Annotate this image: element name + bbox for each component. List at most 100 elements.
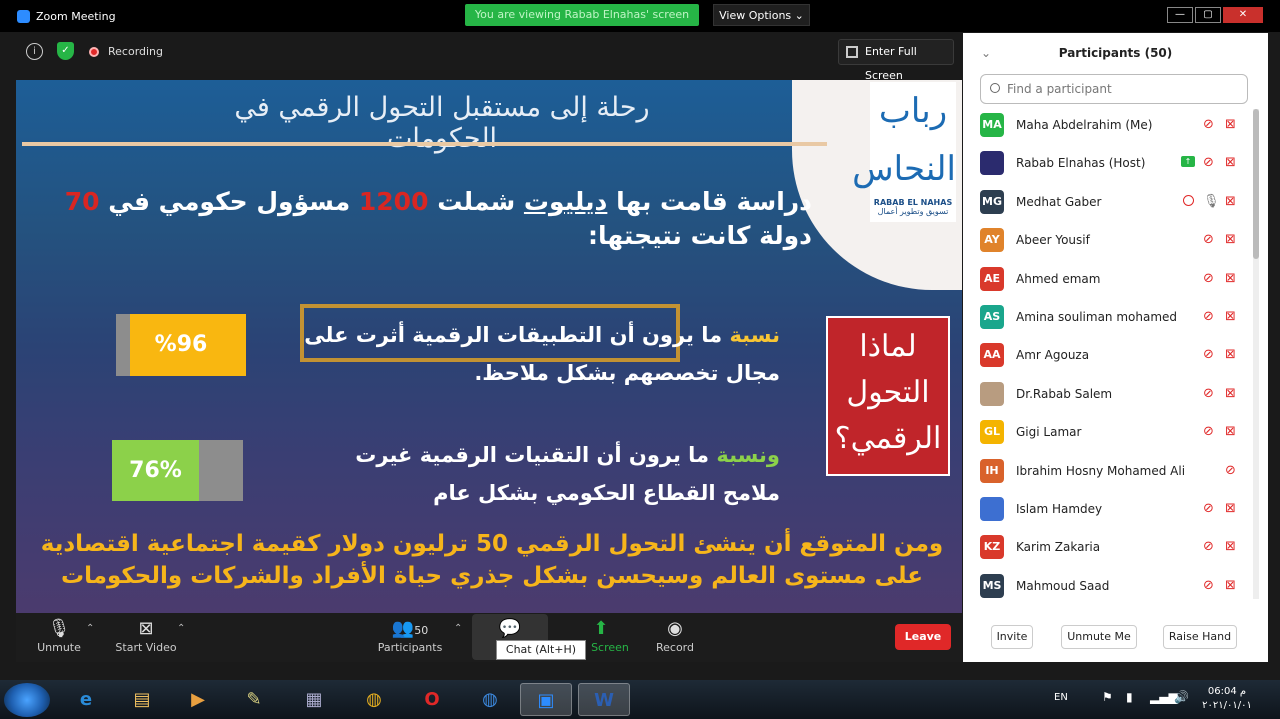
participant-name: Medhat Gaber bbox=[1016, 194, 1102, 209]
video-options-caret-icon[interactable]: ⌃ bbox=[177, 623, 185, 634]
file-explorer-icon[interactable]: ▤ bbox=[116, 683, 168, 716]
participants-caret-icon[interactable]: ⌃ bbox=[454, 623, 462, 634]
shield-icon[interactable]: ✓ bbox=[57, 42, 74, 60]
video-off-icon: ⊠ bbox=[1225, 500, 1236, 516]
participant-row[interactable]: Islam Hamdey ⊘ ⊠ bbox=[963, 490, 1253, 528]
avatar: AY bbox=[980, 228, 1004, 253]
start-button[interactable] bbox=[4, 683, 50, 717]
participants-label: Participants bbox=[377, 641, 443, 654]
zoom-taskbar-icon[interactable]: ▣ bbox=[520, 683, 572, 716]
participant-row[interactable]: AS Amina souliman mohamed ⊘ ⊠ bbox=[963, 298, 1253, 336]
internet-explorer-icon[interactable]: e bbox=[60, 683, 112, 716]
intro-number-countries: 70 bbox=[64, 187, 100, 216]
participant-row[interactable]: AA Amr Agouza ⊘ ⊠ bbox=[963, 336, 1253, 374]
info-icon[interactable]: i bbox=[26, 43, 43, 60]
participant-row[interactable]: Dr.Rabab Salem ⊘ ⊠ bbox=[963, 375, 1253, 413]
stat1-keyword: نسبة bbox=[729, 323, 780, 347]
avatar: AA bbox=[980, 343, 1004, 368]
participant-name: Abeer Yousif bbox=[1016, 233, 1090, 248]
view-options-button[interactable]: View Options ⌄ bbox=[713, 4, 810, 26]
avatar: AS bbox=[980, 304, 1004, 329]
stat-text-2: ونسبة ما يرون أن التقنيات الرقمية غيرت م… bbox=[300, 436, 780, 512]
media-player-icon[interactable]: ▶ bbox=[172, 683, 224, 716]
participant-row[interactable]: AE Ahmed emam ⊘ ⊠ bbox=[963, 260, 1253, 298]
meeting-info-bar: i ✓ Recording Enter Full Screen bbox=[16, 33, 962, 82]
screen-share-icon: ↑ bbox=[1181, 156, 1195, 168]
record-button[interactable]: ◉ Record bbox=[650, 617, 700, 659]
stat1-text: ما يرون أن التطبيقات الرقمية أثرت على مج… bbox=[304, 323, 780, 385]
muted-mic-icon: 🎙 bbox=[47, 618, 71, 639]
chrome-icon[interactable]: ◍ bbox=[348, 683, 400, 716]
network-icon[interactable]: ▮ bbox=[1126, 690, 1133, 704]
avatar: MA bbox=[980, 113, 1004, 137]
scrollbar-thumb[interactable] bbox=[1253, 109, 1259, 259]
maximize-button[interactable]: ▢ bbox=[1195, 7, 1221, 23]
start-video-button[interactable]: ⊠ Start Video bbox=[114, 617, 178, 659]
participant-name: Rabab Elnahas (Host) bbox=[1016, 156, 1146, 171]
title-divider bbox=[22, 142, 827, 146]
chat-tooltip: Chat (Alt+H) bbox=[496, 640, 586, 660]
participant-name: Ibrahim Hosny Mohamed Ali bbox=[1016, 463, 1186, 478]
muted-mic-icon: ⊘ bbox=[1203, 232, 1214, 248]
bar2-value: 76% bbox=[112, 440, 199, 501]
raise-hand-button[interactable]: Raise Hand bbox=[1163, 625, 1237, 649]
search-placeholder: Find a participant bbox=[1007, 82, 1112, 96]
muted-mic-icon: ⊘ bbox=[1225, 462, 1236, 478]
language-indicator[interactable]: EN bbox=[1054, 692, 1068, 703]
full-screen-label: Enter Full Screen bbox=[865, 45, 917, 82]
enter-full-screen-button[interactable]: Enter Full Screen bbox=[838, 39, 954, 82]
muted-mic-icon: ⊘ bbox=[1203, 577, 1214, 593]
clock[interactable]: 06:04 م ٢٠٢١/٠١/٠١ bbox=[1198, 685, 1256, 713]
calculator-icon[interactable]: ▦ bbox=[288, 683, 340, 716]
unmute-me-button[interactable]: Unmute Me bbox=[1061, 625, 1137, 649]
muted-mic-icon: ⊘ bbox=[1203, 385, 1214, 401]
paint-icon[interactable]: ✎ bbox=[228, 683, 280, 716]
close-button[interactable]: ✕ bbox=[1223, 7, 1263, 23]
logo-subtitle: تسويق وتطوير أعمال bbox=[877, 207, 949, 216]
collapse-chevron-icon[interactable]: ⌄ bbox=[981, 33, 991, 73]
search-icon bbox=[990, 83, 1000, 93]
participant-row[interactable]: GL Gigi Lamar ⊘ ⊠ bbox=[963, 413, 1253, 451]
video-off-icon: ⊠ bbox=[1225, 347, 1236, 363]
brand-logo: رباب النحاس RABAB EL NAHAS تسويق وتطوير … bbox=[852, 82, 956, 222]
participant-row[interactable]: MG Medhat Gaber 🎙 ⊠ bbox=[963, 183, 1253, 221]
participants-button[interactable]: 👥50 Participants bbox=[376, 617, 444, 659]
participant-search-input[interactable]: Find a participant bbox=[980, 74, 1248, 104]
clock-date: ٢٠٢١/٠١/٠١ bbox=[1202, 700, 1252, 711]
participant-name: Gigi Lamar bbox=[1016, 425, 1082, 440]
muted-mic-icon: ⊘ bbox=[1203, 117, 1214, 132]
action-center-icon[interactable]: ⚑ bbox=[1102, 690, 1113, 704]
recording-label[interactable]: Recording bbox=[108, 45, 163, 58]
invite-button[interactable]: Invite bbox=[991, 625, 1033, 649]
audio-options-caret-icon[interactable]: ⌃ bbox=[86, 623, 94, 634]
participant-row[interactable]: Rabab Elnahas (Host) ↑ ⊘ ⊠ bbox=[963, 144, 1253, 182]
chrome-alt-icon[interactable]: ◍ bbox=[464, 683, 516, 716]
participants-icon: 👥50 bbox=[391, 618, 429, 639]
participant-row[interactable]: MA Maha Abdelrahim (Me) ⊘ ⊠ bbox=[963, 106, 1253, 144]
intro-deloitte: ديليوت bbox=[523, 187, 608, 216]
volume-icon[interactable]: 🔊 bbox=[1174, 690, 1189, 704]
unmute-button[interactable]: 🎙 Unmute bbox=[32, 617, 86, 659]
leave-button[interactable]: Leave bbox=[895, 624, 951, 650]
minimize-button[interactable]: — bbox=[1167, 7, 1193, 23]
muted-mic-icon: ⊘ bbox=[1203, 347, 1214, 363]
stat-bar-96: %96 bbox=[116, 314, 246, 376]
participant-name: Islam Hamdey bbox=[1016, 501, 1103, 516]
windows-taskbar: e ▤ ▶ ✎ ▦ ◍ O ◍ ▣ W EN ⚑ ▮ ▂▄▆ 🔊 06:04 م… bbox=[0, 680, 1280, 719]
participant-row[interactable]: MS Mahmoud Saad ⊘ ⊠ bbox=[963, 567, 1253, 605]
recording-dot-icon bbox=[89, 47, 99, 57]
zoom-window: Zoom Meeting You are viewing Rabab Elnah… bbox=[0, 0, 1280, 680]
participant-row[interactable]: AY Abeer Yousif ⊘ ⊠ bbox=[963, 221, 1253, 259]
participant-row[interactable]: KZ Karim Zakaria ⊘ ⊠ bbox=[963, 528, 1253, 566]
opera-icon[interactable]: O bbox=[406, 683, 458, 716]
title-bar: Zoom Meeting You are viewing Rabab Elnah… bbox=[0, 0, 1280, 32]
recording-icon bbox=[1183, 194, 1194, 206]
intro-part: مسؤول حكومي في bbox=[99, 187, 359, 216]
avatar: MG bbox=[980, 189, 1004, 214]
mic-icon: 🎙 bbox=[1203, 193, 1220, 209]
participant-row[interactable]: IH Ibrahim Hosny Mohamed Ali ⊘ bbox=[963, 452, 1253, 490]
participants-header: ⌄ Participants (50) bbox=[963, 33, 1268, 73]
participant-name: Karim Zakaria bbox=[1016, 540, 1101, 555]
participant-scrollbar[interactable] bbox=[1253, 109, 1259, 599]
word-taskbar-icon[interactable]: W bbox=[578, 683, 630, 716]
